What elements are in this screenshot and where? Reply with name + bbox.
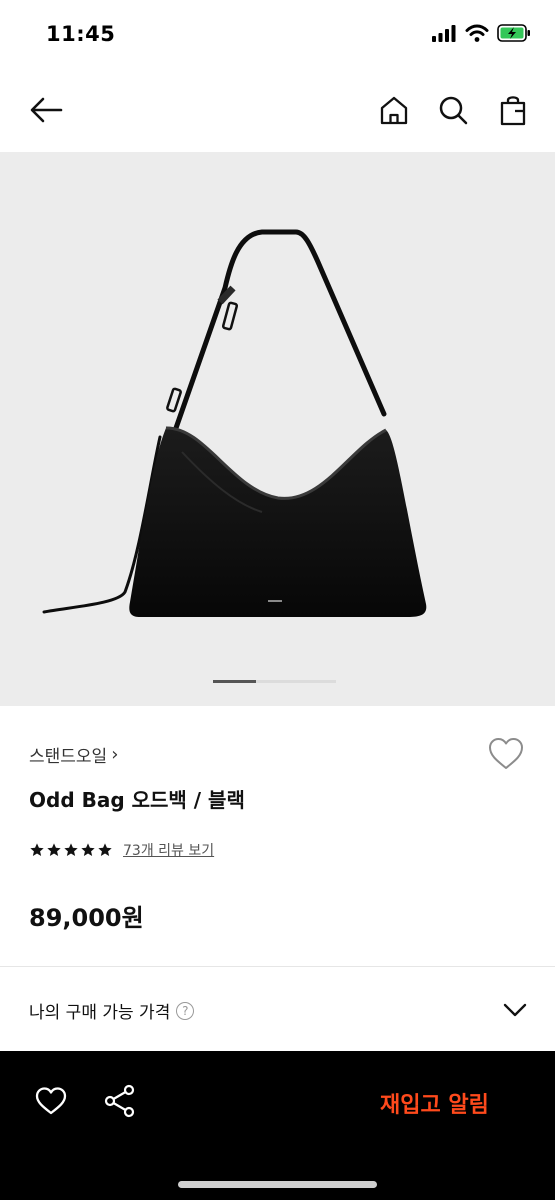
star-icon [64, 843, 78, 856]
my-price-label-row: 나의 구매 가능 가격 ? [29, 998, 195, 1023]
like-button[interactable] [34, 1085, 68, 1121]
chevron-down-icon [503, 1003, 527, 1017]
nav-bar [0, 70, 555, 152]
bottom-action-bar: 재입고 알림 [0, 1051, 555, 1200]
wifi-icon [465, 24, 489, 42]
heart-icon [35, 1087, 67, 1115]
back-arrow-icon [30, 97, 63, 123]
star-icon [30, 843, 44, 856]
back-button[interactable] [24, 88, 68, 132]
star-icon [47, 843, 61, 856]
star-rating [29, 842, 113, 858]
star-icon [81, 843, 95, 856]
search-icon [439, 96, 468, 125]
status-bar: 11:45 [0, 0, 555, 70]
chevron-right-icon: › [111, 744, 119, 765]
product-image-gallery[interactable] [0, 152, 555, 706]
home-indicator [178, 1181, 377, 1188]
gallery-indicator-track [256, 680, 336, 683]
product-title: Odd Bag 오드백 / 블랙 [29, 788, 245, 812]
product-image [42, 229, 427, 617]
gallery-indicator-active [213, 680, 256, 683]
share-button[interactable] [103, 1084, 137, 1122]
product-price: 89,000원 [29, 904, 144, 932]
rating-row: 73개 리뷰 보기 [29, 840, 214, 860]
cart-button[interactable] [491, 88, 535, 132]
my-price-accordion[interactable]: 나의 구매 가능 가격 ? [0, 967, 555, 1051]
home-button[interactable] [372, 88, 416, 132]
battery-charging-icon [497, 24, 530, 42]
wishlist-button[interactable] [486, 734, 526, 774]
status-time: 11:45 [46, 22, 116, 46]
signal-icon [432, 25, 456, 42]
my-price-label: 나의 구매 가능 가격 [29, 1003, 171, 1023]
brand-name: 스탠드오일 [29, 747, 108, 767]
heart-outline-icon [489, 738, 523, 769]
review-link[interactable]: 73개 리뷰 보기 [123, 840, 214, 860]
home-icon [380, 96, 408, 125]
search-button[interactable] [431, 88, 475, 132]
brand-link[interactable]: 스탠드오일 › [29, 742, 118, 767]
share-icon [104, 1084, 135, 1118]
status-icons [431, 24, 531, 42]
star-icon [98, 843, 112, 856]
restock-alert-button[interactable]: 재입고 알림 [380, 1087, 489, 1119]
shopping-bag-icon [500, 96, 526, 126]
help-icon[interactable]: ? [176, 1001, 195, 1020]
